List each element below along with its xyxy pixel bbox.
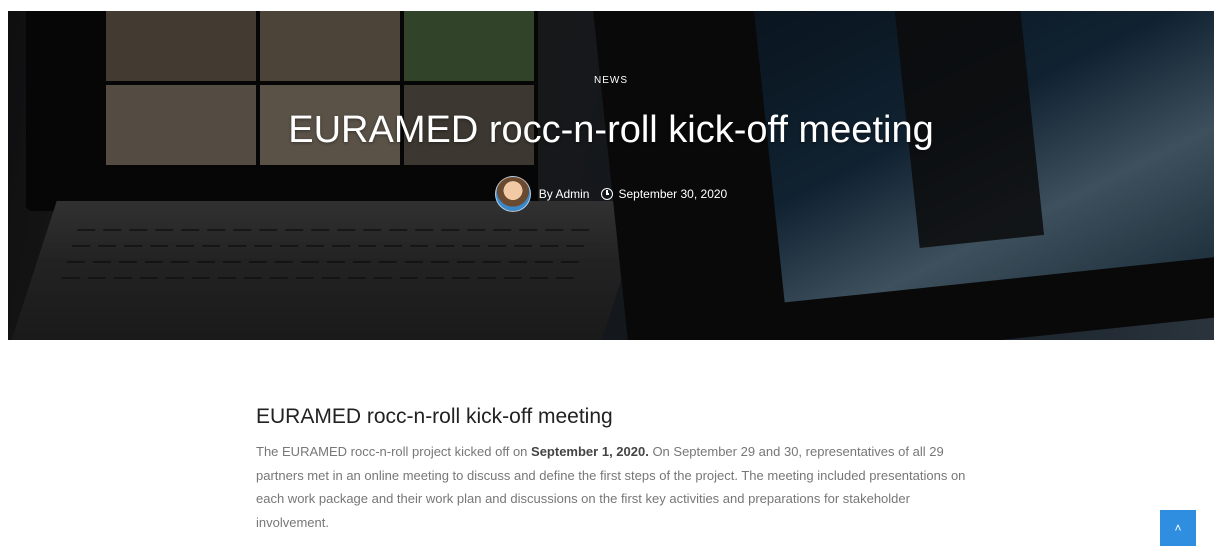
hero-title: EURAMED rocc-n-roll kick-off meeting: [288, 109, 934, 151]
clock-icon: [601, 188, 614, 200]
date-text: September 30, 2020: [618, 187, 728, 201]
hero-banner: NEWS EURAMED rocc-n-roll kick-off meetin…: [8, 11, 1214, 340]
post-content: EURAMED rocc-n-roll kick-off meeting The…: [256, 405, 976, 534]
author-name: By Admin: [538, 187, 590, 201]
post-date: September 30, 2020: [601, 187, 727, 201]
post-category[interactable]: NEWS: [8, 75, 1214, 86]
post-body-date: September 1, 2020.: [531, 444, 649, 459]
post-body: The EURAMED rocc-n-roll project kicked o…: [256, 440, 976, 534]
post-title: EURAMED rocc-n-roll kick-off meeting: [256, 405, 613, 428]
post-author[interactable]: By Admin: [494, 176, 590, 212]
chevron-up-icon: ˄: [1174, 521, 1182, 535]
avatar: [494, 176, 531, 212]
back-to-top-button[interactable]: ˄: [1160, 510, 1196, 546]
post-meta: By Admin September 30, 2020: [8, 176, 1214, 212]
post-body-intro: The EURAMED rocc-n-roll project kicked o…: [256, 444, 532, 459]
